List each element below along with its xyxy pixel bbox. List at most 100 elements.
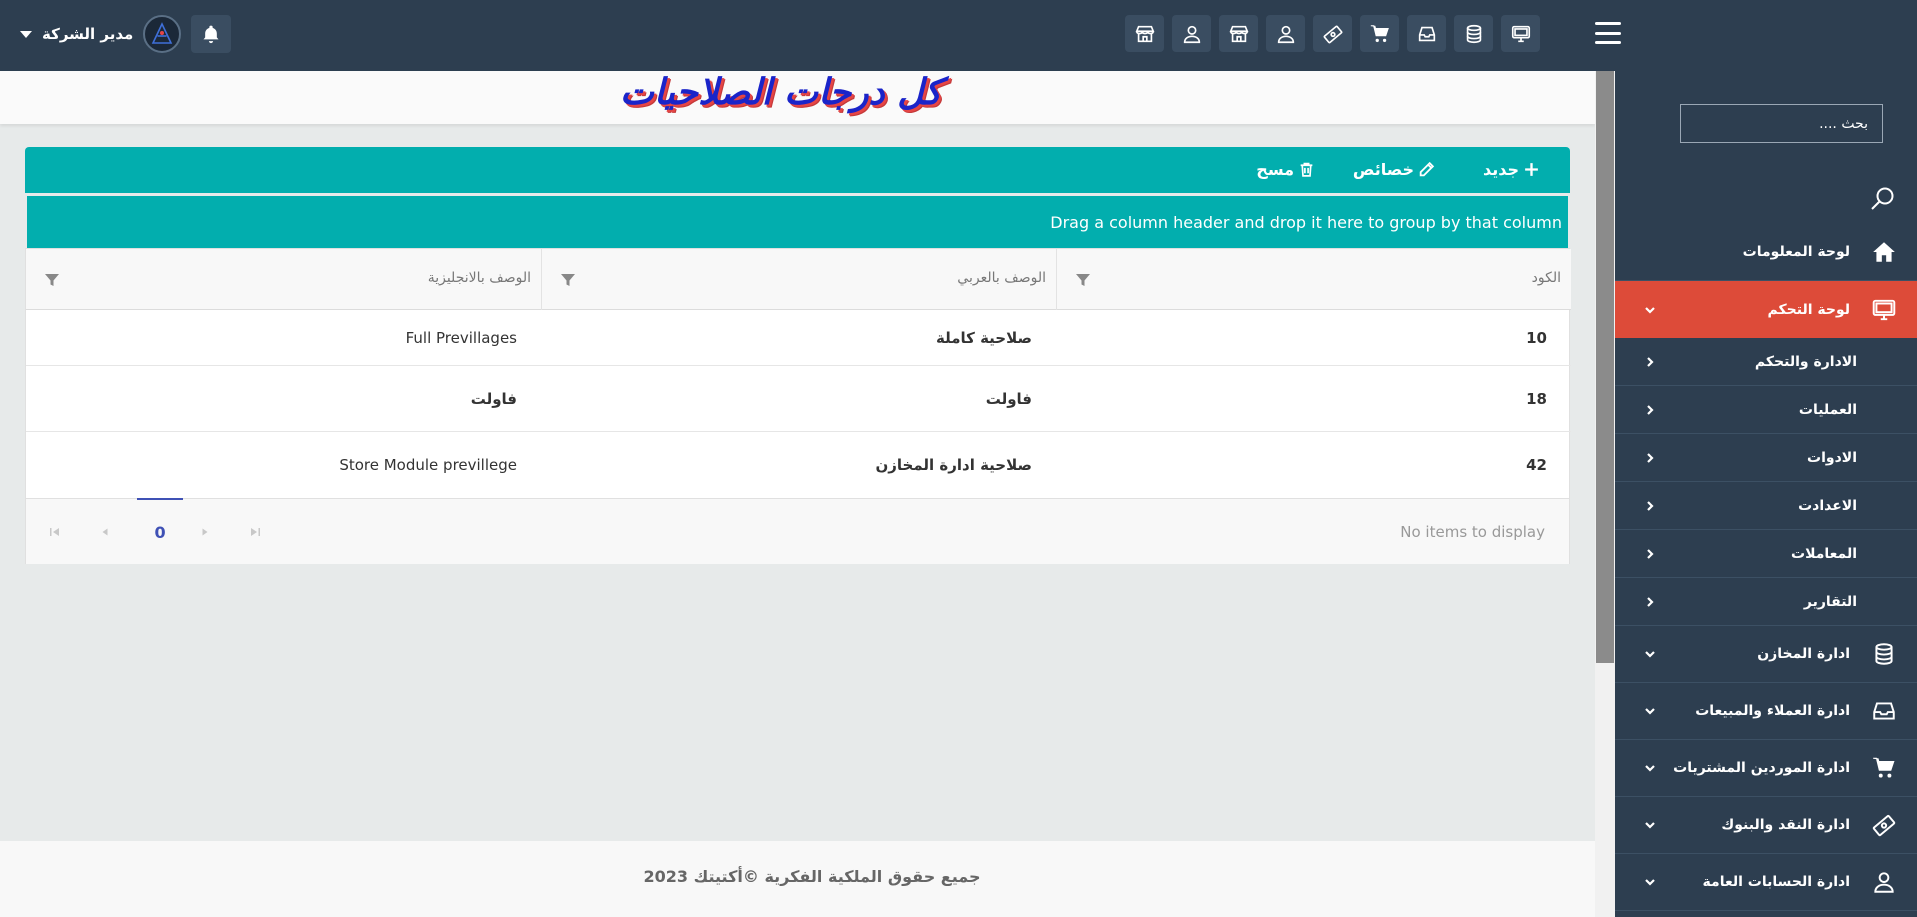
footer: جميع حقوق الملكية الفكرية ©أكتيتك 2023 [0,841,1595,917]
sidebar: لوحة المعلومات لوحة التحكم الادارة والتح… [1615,71,1917,917]
avatar[interactable] [143,15,182,53]
chevron-right-icon [1647,356,1654,367]
cell-english-desc: فاولت [470,389,517,408]
filter-icon[interactable] [1075,272,1091,288]
chevron-down-icon [1645,708,1655,715]
sidebar-item-operations[interactable]: العمليات [1615,386,1917,434]
new-button[interactable]: جديد [1483,160,1540,179]
database-icon[interactable] [1454,15,1493,52]
next-page-icon[interactable] [198,525,212,539]
database-icon [1875,643,1893,665]
top-bar: مدير الشركة [0,0,1917,71]
cell-english-desc: Store Module previllege [339,456,517,474]
delete-button-label: مسح [1256,160,1294,179]
properties-button[interactable]: خصائص [1353,160,1435,179]
permissions-grid: الكود الوصف بالعربي الوصف بالانجليزية 10… [25,248,1571,564]
pencil-icon [1419,161,1435,177]
previous-page-icon[interactable] [98,525,112,539]
user-name[interactable]: مدير الشركة [42,25,133,43]
column-header-label: الوصف بالانجليزية [427,270,531,286]
table-row[interactable]: 10 صلاحية كاملة Full Previllages [26,310,1571,366]
sidebar-item-customers-sales[interactable]: ادارة العملاء والمبيعات [1615,683,1917,740]
grid-header: الكود الوصف بالعربي الوصف بالانجليزية [26,249,1571,310]
cell-code: 18 [1526,389,1547,408]
sidebar-item-control-panel[interactable]: لوحة التحكم [1615,281,1917,338]
chevron-right-icon [1647,452,1654,463]
group-hint: Drag a column header and drop it here to… [1050,212,1562,232]
table-row[interactable]: 42 صلاحية ادارة المخازن Store Module pre… [26,432,1571,498]
filter-icon[interactable] [560,272,576,288]
monitor-icon [1872,299,1896,320]
group-drop-area[interactable]: Drag a column header and drop it here to… [27,196,1568,248]
first-page-icon[interactable] [48,525,62,539]
sidebar-menu: لوحة المعلومات لوحة التحكم الادارة والتح… [1615,224,1917,911]
chevron-down-icon [1645,765,1655,772]
sidebar-item-general-accounts[interactable]: ادارة الحسابات العامة [1615,854,1917,911]
chevron-right-icon [1647,404,1654,415]
monitor-icon[interactable] [1501,15,1540,52]
last-page-icon[interactable] [248,525,262,539]
sidebar-item-cash-banks[interactable]: ادارة النقد والبنوك [1615,797,1917,854]
cart-icon [1873,757,1895,778]
sidebar-item-label: التقارير [1803,593,1857,610]
user-area: مدير الشركة [20,15,232,53]
page-title: كل درجات الصلاحيات [620,72,942,113]
properties-button-label: خصائص [1352,160,1414,179]
sidebar-item-reports[interactable]: التقارير [1615,578,1917,626]
menu-toggle-icon[interactable] [1595,22,1621,44]
chevron-right-icon [1647,548,1654,559]
column-header-english-desc[interactable]: الوصف بالانجليزية [26,249,541,310]
sidebar-item-label: الادوات [1807,449,1857,466]
table-row[interactable]: 18 فاولت فاولت [26,366,1571,432]
column-header-arabic-desc[interactable]: الوصف بالعربي [541,249,1056,310]
sidebar-item-suppliers-purchases[interactable]: ادارة الموردين المشتريات [1615,740,1917,797]
chevron-down-icon [1645,306,1655,314]
column-header-label: الكود [1531,270,1561,286]
inbox-icon[interactable] [1407,15,1446,52]
chevron-down-icon [1645,879,1655,886]
delete-button[interactable]: مسح [1256,160,1315,179]
sidebar-item-warehouses[interactable]: ادارة المخازن [1615,626,1917,683]
money-icon[interactable] [1313,15,1352,52]
sidebar-item-settings[interactable]: الاعدادت [1615,482,1917,530]
sidebar-item-label: لوحة المعلومات [1742,244,1850,260]
sidebar-search-input[interactable] [1680,104,1883,143]
sidebar-item-label: ادارة المخازن [1757,646,1850,662]
cell-arabic-desc: فاولت [985,389,1032,408]
chevron-down-icon[interactable] [20,30,32,38]
cell-code: 42 [1526,456,1547,474]
sidebar-item-label: ادارة الموردين المشتريات [1673,760,1850,776]
sidebar-item-label: ادارة النقد والبنوك [1721,817,1850,833]
cell-arabic-desc: صلاحية ادارة المخازن [875,456,1032,474]
sidebar-item-dashboard[interactable]: لوحة المعلومات [1615,224,1917,281]
sidebar-item-label: الاعدادت [1798,497,1857,514]
user-icon[interactable] [1172,15,1211,52]
bell-icon[interactable] [191,15,232,53]
inbox-icon [1873,702,1895,720]
chevron-right-icon [1647,500,1654,511]
grid-pager: 0 No items to display [26,498,1569,564]
store-icon[interactable] [1125,15,1164,52]
cell-english-desc: Full Previllages [405,328,517,347]
current-page[interactable]: 0 [137,498,183,564]
scrollbar-thumb[interactable] [1596,71,1614,663]
cart-icon[interactable] [1360,15,1399,52]
chevron-down-icon [1645,822,1655,829]
column-header-code[interactable]: الكود [1056,249,1571,310]
sidebar-item-transactions[interactable]: المعاملات [1615,530,1917,578]
sidebar-item-administration[interactable]: الادارة والتحكم [1615,338,1917,386]
pager-info: No items to display [1400,523,1545,541]
sidebar-item-label: ادارة العملاء والمبيعات [1695,703,1850,719]
sidebar-item-tools[interactable]: الادوات [1615,434,1917,482]
sidebar-item-label: العمليات [1798,401,1857,418]
top-shortcuts [1125,15,1540,52]
store-icon[interactable] [1219,15,1258,52]
search-icon[interactable] [1869,185,1897,213]
user-icon [1874,872,1894,893]
filter-icon[interactable] [44,272,60,288]
trash-icon [1300,162,1313,177]
cell-code: 10 [1526,328,1547,347]
user-icon[interactable] [1266,15,1305,52]
sidebar-item-label: ادارة الحسابات العامة [1702,874,1850,890]
chevron-down-icon [1645,651,1655,658]
